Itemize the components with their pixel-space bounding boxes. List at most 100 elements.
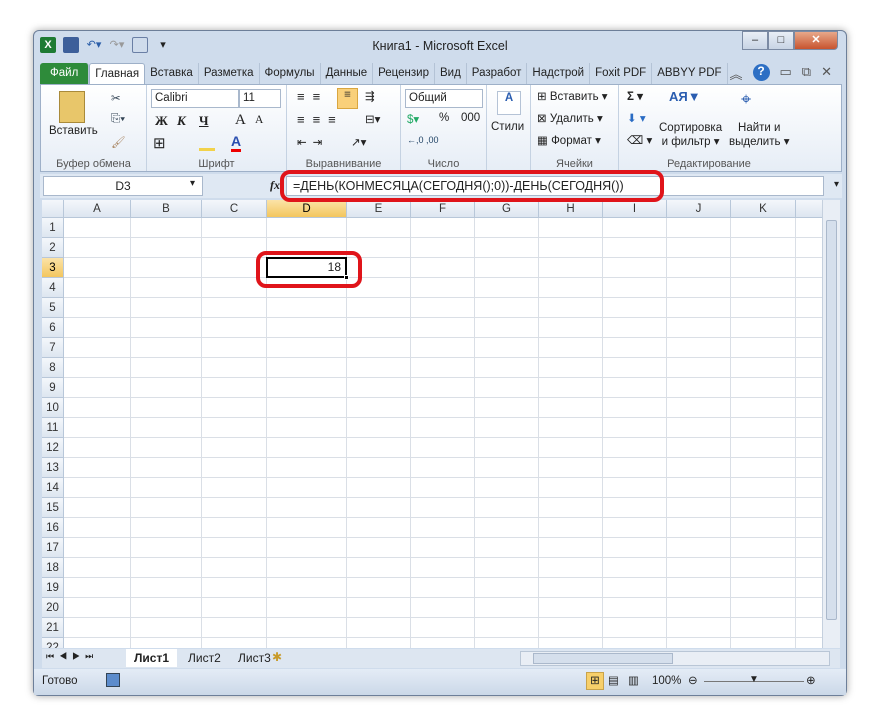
row-header[interactable]: 18 [42,558,64,578]
collapse-ribbon-icon[interactable]: ︽ [729,64,742,83]
row-header[interactable]: 17 [42,538,64,558]
borders-icon[interactable]: ⊞ [153,134,166,152]
zoom-in-button[interactable]: ⊕ [806,673,816,687]
insert-sheet-icon[interactable]: ✱ [272,650,282,664]
column-header[interactable]: K [731,200,796,218]
row-header[interactable]: 15 [42,498,64,518]
tab-1[interactable]: Главная [89,63,146,85]
row-header[interactable]: 21 [42,618,64,638]
number-format-select[interactable]: Общий [405,89,483,108]
tab-2[interactable]: Вставка [145,63,199,85]
zoom-slider-thumb[interactable]: ▼ [749,674,759,685]
help-icon[interactable]: ? [752,64,770,81]
column-header[interactable]: A [64,200,131,218]
insert-function-button[interactable]: fx [270,178,280,193]
font-size-select[interactable]: 11 [239,89,281,108]
grow-font-icon[interactable]: A [235,112,246,129]
tab-0[interactable]: Файл [40,63,90,85]
column-header[interactable]: E [347,200,411,218]
wrap-text-icon[interactable]: ⇶ [365,89,375,103]
tab-11[interactable]: ABBYY PDF [652,63,728,85]
autosum-icon[interactable]: Σ ▾ [627,89,643,103]
binoculars-icon[interactable]: ⌖ [741,89,751,110]
row-header[interactable]: 12 [42,438,64,458]
sheet-tab[interactable]: Лист2 [180,649,229,667]
macro-record-icon[interactable] [106,673,120,687]
row-header[interactable]: 13 [42,458,64,478]
expand-formula-bar-icon[interactable]: ▾ [834,179,839,190]
row-header[interactable]: 5 [42,298,64,318]
page-layout-view-icon[interactable]: ▤ [608,673,619,687]
row-header[interactable]: 14 [42,478,64,498]
sort-filter-button[interactable]: Сортировка и фильтр ▾ [659,121,722,149]
row-header[interactable]: 19 [42,578,64,598]
currency-icon[interactable]: $▾ [407,112,419,126]
vertical-scroll-thumb[interactable] [826,220,837,620]
underline-button[interactable]: Ч [199,113,209,129]
column-header[interactable]: D [267,200,347,218]
fill-color-icon[interactable] [199,135,215,151]
sheet-nav-buttons[interactable]: ⏮◀▶⏭ [46,651,98,662]
font-name-select[interactable]: Calibri [151,89,239,108]
row-header[interactable]: 6 [42,318,64,338]
column-header[interactable]: F [411,200,475,218]
paste-button[interactable]: Вставить [49,125,98,137]
name-box[interactable]: D3 [43,176,203,196]
tab-7[interactable]: Вид [435,63,467,85]
column-header[interactable]: J [667,200,731,218]
close-button[interactable]: ✕ [794,31,838,50]
column-header[interactable]: B [131,200,202,218]
workbook-restore-icon[interactable]: ⧉ [802,64,811,83]
row-header[interactable]: 11 [42,418,64,438]
zoom-level[interactable]: 100% [652,675,681,687]
find-select-button[interactable]: Найти и выделить ▾ [729,121,789,149]
delete-cells-button[interactable]: ⊠ Удалить ▾ [537,111,603,125]
paste-icon[interactable] [59,91,85,123]
orientation-icon[interactable]: ↗▾ [351,135,366,149]
maximize-button[interactable]: □ [768,31,794,50]
normal-view-icon[interactable]: ⊞ [586,672,604,690]
merge-cells-icon[interactable]: ⊟▾ [365,112,380,126]
thousands-button[interactable]: 000 [461,112,480,124]
decimal-icons[interactable]: ←,0 ,00 [407,135,439,145]
spreadsheet-grid[interactable]: A B C D E F G H I J K 1 2 3 4 5 6 7 8 9 10 11 12 13 14 15 16 17 18 19… [42,200,822,648]
workbook-close-icon[interactable]: ✕ [821,64,832,83]
bold-button[interactable]: Ж [155,113,168,129]
name-box-dropdown-icon[interactable]: ▾ [190,178,195,189]
horizontal-scrollbar[interactable] [520,651,830,666]
styles-icon[interactable]: A [497,91,521,115]
copy-icon[interactable]: ⎘▾ [111,113,125,126]
font-color-icon[interactable]: A [231,133,242,152]
row-header[interactable]: 9 [42,378,64,398]
row-header[interactable]: 2 [42,238,64,258]
tab-6[interactable]: Рецензир [373,63,435,85]
row-header[interactable]: 20 [42,598,64,618]
cut-icon[interactable]: ✂ [111,91,121,105]
row-header[interactable]: 8 [42,358,64,378]
insert-cells-button[interactable]: ⊞ Вставить ▾ [537,89,608,103]
indent-icons[interactable]: ⇤⇥ [297,135,328,149]
horizontal-align-icons[interactable]: ≡≡≡ [297,112,344,127]
row-header[interactable]: 22 [42,638,64,648]
tab-9[interactable]: Надстрой [527,63,591,85]
workbook-minimize-icon[interactable]: ▭ [780,64,792,83]
sheet-tab[interactable]: Лист1 [126,649,178,667]
horizontal-scroll-thumb[interactable] [533,653,673,664]
row-header[interactable]: 7 [42,338,64,358]
zoom-out-button[interactable]: ⊖ [688,673,698,687]
vertical-scrollbar[interactable] [822,200,840,648]
column-header[interactable]: C [202,200,267,218]
row-header[interactable]: 16 [42,518,64,538]
percent-button[interactable]: % [439,112,449,124]
page-break-view-icon[interactable]: ▥ [628,673,639,687]
minimize-button[interactable]: – [742,31,768,50]
styles-button[interactable]: Стили [491,121,524,133]
column-header[interactable]: G [475,200,539,218]
vertical-align-icons[interactable]: ≡≡ [297,89,328,104]
row-header[interactable]: 4 [42,278,64,298]
tab-8[interactable]: Разработ [467,63,528,85]
format-cells-button[interactable]: ▦ Формат ▾ [537,133,601,147]
column-header[interactable]: H [539,200,603,218]
select-all-button[interactable] [42,200,64,218]
fill-icon[interactable]: ⬇ ▾ [627,111,646,125]
